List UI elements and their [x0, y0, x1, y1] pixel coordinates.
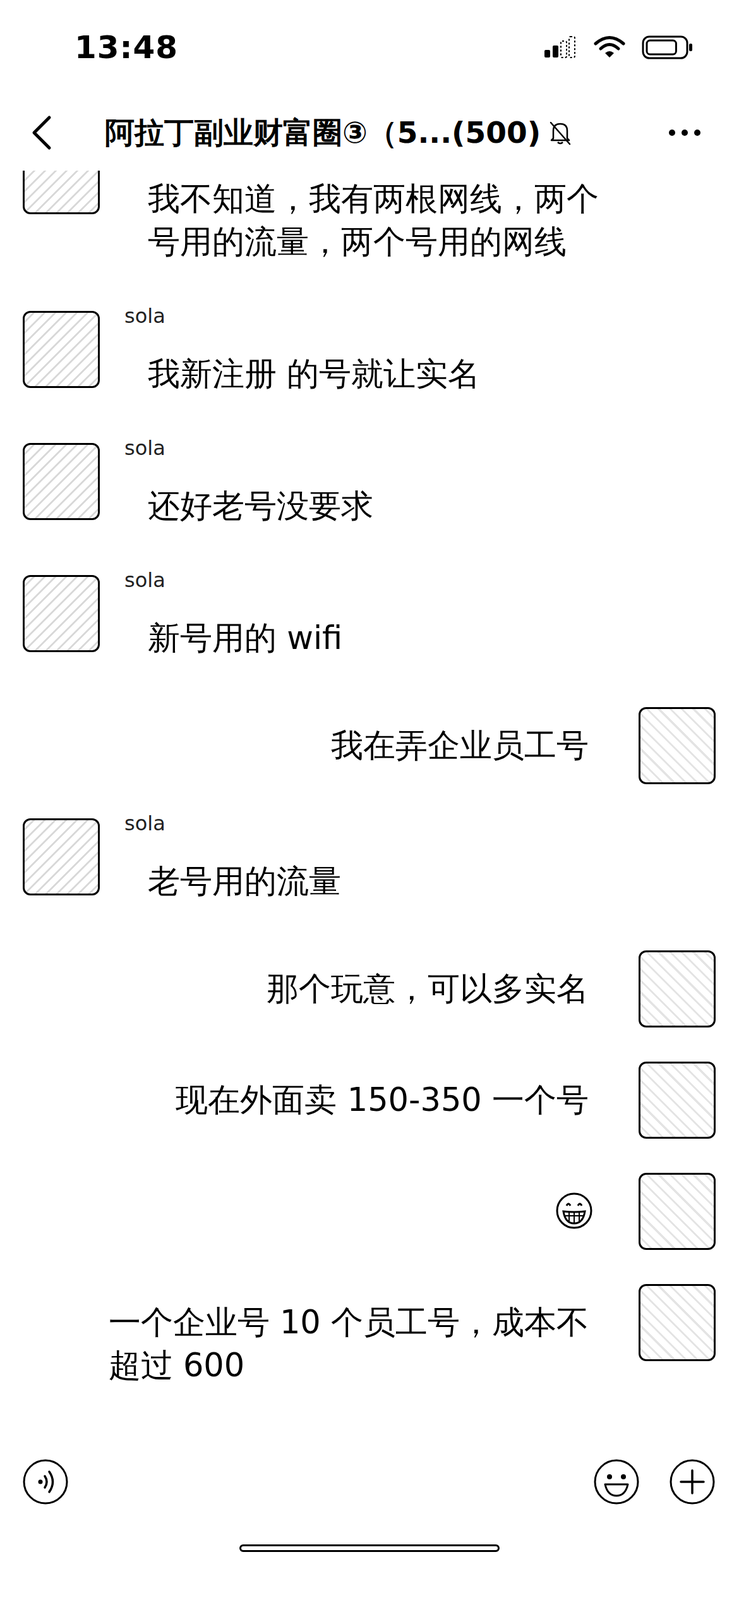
- avatar[interactable]: [22, 442, 100, 520]
- message-line: 我新注册 的号就让实名: [147, 352, 481, 396]
- message-text[interactable]: 新号用的 wifi: [124, 616, 343, 660]
- message-column: 一个企业号 10 个员工号，成本不超过 600: [108, 1283, 589, 1387]
- message-line: 我在弄企业员工号: [330, 723, 589, 767]
- message-line: 还好老号没要求: [147, 484, 374, 528]
- message-row: 我在弄企业员工号: [22, 706, 716, 784]
- message-column: sola 还好老号没要求: [124, 433, 374, 528]
- chat-header: 阿拉丁副业财富圈③（5...(500): [0, 94, 739, 171]
- avatar[interactable]: [638, 1061, 716, 1139]
- avatar[interactable]: [22, 817, 100, 896]
- sender-name: sola: [124, 809, 342, 837]
- message-row: sola老号用的流量: [22, 817, 716, 903]
- home-area: [0, 1528, 739, 1600]
- clock: 13:48: [74, 29, 179, 66]
- message-text[interactable]: 老号用的流量: [124, 859, 342, 903]
- more-icon[interactable]: [666, 126, 703, 139]
- message-text[interactable]: 一个企业号 10 个员工号，成本不超过 600: [108, 1300, 589, 1387]
- message-text[interactable]: 现在外面卖 150-350 一个号: [175, 1078, 589, 1122]
- message-column: 我在弄企业员工号: [330, 706, 589, 767]
- avatar[interactable]: [22, 574, 100, 652]
- home-indicator[interactable]: [239, 1543, 500, 1552]
- plus-icon[interactable]: [668, 1457, 717, 1506]
- message-line: 现在外面卖 150-350 一个号: [175, 1078, 589, 1122]
- smiley-icon[interactable]: [592, 1457, 641, 1506]
- avatar[interactable]: [638, 949, 716, 1028]
- message-line: 号用的流量，两个号用的网线: [147, 220, 599, 264]
- avatar[interactable]: [638, 1283, 716, 1361]
- message-line: 老号用的流量: [147, 859, 342, 903]
- sender-name: sola: [124, 565, 343, 594]
- chat-screen: 13:48 阿拉丁副业财富圈③（5...(500) 我不知道，我有两根网线，两个号用…: [0, 0, 739, 1600]
- message-row: 我不知道，我有两根网线，两个号用的流量，两个号用的网线: [22, 170, 716, 264]
- input-bar: [0, 1433, 739, 1529]
- message-text[interactable]: 还好老号没要求: [124, 484, 374, 528]
- message-line: 超过 600: [108, 1343, 589, 1387]
- message-row: 现在外面卖 150-350 一个号: [22, 1061, 716, 1139]
- avatar[interactable]: [22, 310, 100, 388]
- signal-icon: [543, 36, 578, 59]
- message-column: 那个玩意，可以多实名: [266, 949, 589, 1010]
- message-row: [22, 1172, 716, 1250]
- message-line: 那个玩意，可以多实名: [266, 967, 589, 1010]
- message-list: 我不知道，我有两根网线，两个号用的流量，两个号用的网线 sola 我新注册 的号就让…: [0, 170, 739, 1434]
- status-icons: [543, 34, 694, 61]
- message-row: sola还好老号没要求: [22, 442, 716, 528]
- muted-bell-icon: [548, 120, 573, 146]
- sender-name: sola: [124, 433, 374, 462]
- message-column: sola 新号用的 wifi: [124, 565, 343, 660]
- message-row: 一个企业号 10 个员工号，成本不超过 600: [22, 1283, 716, 1387]
- message-row: sola我新注册 的号就让实名: [22, 310, 716, 396]
- message-column: 我不知道，我有两根网线，两个号用的流量，两个号用的网线: [124, 170, 599, 264]
- message-text[interactable]: 我新注册 的号就让实名: [124, 352, 481, 396]
- back-icon[interactable]: [26, 113, 59, 152]
- avatar[interactable]: [638, 1172, 716, 1250]
- message-column: sola 老号用的流量: [124, 809, 342, 903]
- message-text[interactable]: 我在弄企业员工号: [330, 723, 589, 767]
- avatar[interactable]: [22, 170, 100, 215]
- grinning-face-icon: [555, 1191, 594, 1230]
- battery-fill: [646, 40, 676, 55]
- message-line: 一个企业号 10 个员工号，成本不: [108, 1300, 589, 1344]
- voice-icon[interactable]: [21, 1457, 70, 1506]
- message-line: 新号用的 wifi: [147, 616, 343, 660]
- sender-name: sola: [124, 301, 481, 330]
- message-text[interactable]: 那个玩意，可以多实名: [266, 967, 589, 1010]
- message-text[interactable]: 我不知道，我有两根网线，两个号用的流量，两个号用的网线: [124, 177, 599, 264]
- message-column: sola 我新注册 的号就让实名: [124, 301, 481, 396]
- battery-icon: [641, 34, 694, 61]
- chat-title: 阿拉丁副业财富圈③（5...(500): [104, 109, 541, 157]
- status-bar: 13:48: [0, 0, 739, 95]
- avatar[interactable]: [638, 706, 716, 784]
- message-column: 现在外面卖 150-350 一个号: [175, 1061, 589, 1122]
- message-row: sola新号用的 wifi: [22, 574, 716, 660]
- message-row: 那个玩意，可以多实名: [22, 949, 716, 1028]
- message-line: 我不知道，我有两根网线，两个: [147, 177, 599, 221]
- wifi-icon: [593, 35, 626, 60]
